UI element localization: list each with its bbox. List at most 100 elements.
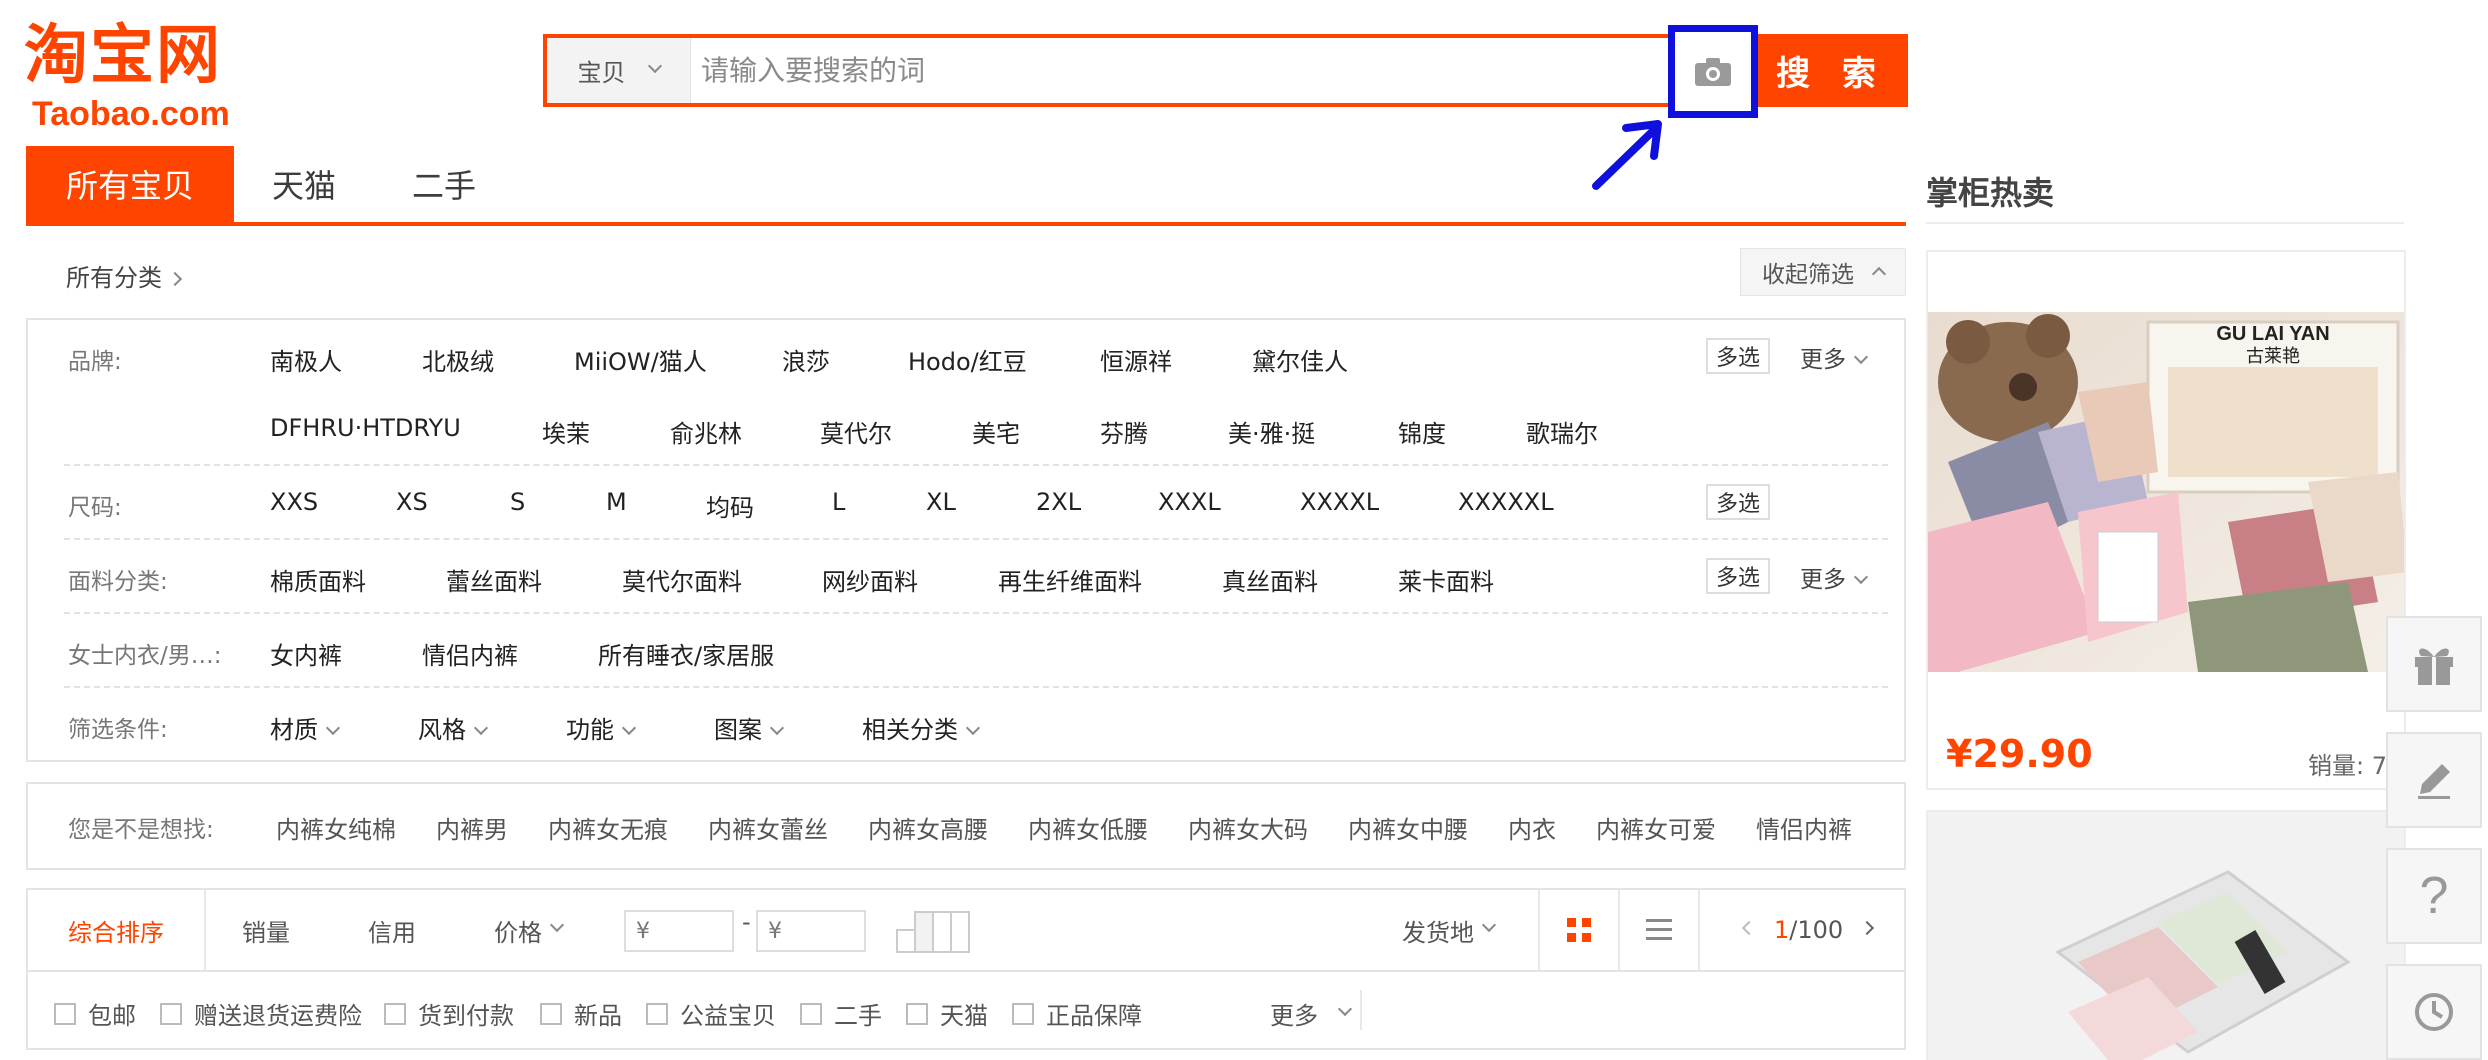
suggestion-link[interactable]: 内裤女可爱 bbox=[1596, 810, 1716, 845]
filter-option[interactable]: 埃茉 bbox=[542, 414, 590, 449]
filter-option[interactable]: 2XL bbox=[1036, 488, 1081, 516]
tab-secondhand[interactable]: 二手 bbox=[374, 146, 514, 222]
condition-dropdown[interactable]: 材质 bbox=[270, 710, 341, 745]
filter-option[interactable]: XXXXL bbox=[1300, 488, 1379, 516]
tab-tmall[interactable]: 天猫 bbox=[234, 146, 374, 222]
more-filters-button[interactable]: 更多 bbox=[1270, 996, 1353, 1031]
search-button[interactable]: 搜 索 bbox=[1758, 34, 1904, 107]
filter-option[interactable]: M bbox=[606, 488, 627, 516]
suggestion-link[interactable]: 内裤女高腰 bbox=[868, 810, 988, 845]
filter-option[interactable]: 莫代尔 bbox=[820, 414, 892, 449]
more-button[interactable]: 更多 bbox=[1800, 560, 1869, 594]
product-image[interactable]: GU LAI YAN 古莱艳 bbox=[1928, 312, 2406, 672]
filter-option[interactable]: 真丝面料 bbox=[1222, 562, 1318, 597]
filter-option[interactable]: 情侣内裤 bbox=[422, 636, 518, 671]
suggestion-link[interactable]: 内裤女纯棉 bbox=[276, 810, 396, 845]
suggestion-link[interactable]: 内裤女低腰 bbox=[1028, 810, 1148, 845]
checkbox-free-shipping[interactable]: 包邮 bbox=[54, 996, 136, 1031]
filter-option[interactable]: 芬腾 bbox=[1100, 414, 1148, 449]
filter-option[interactable]: XXXXXL bbox=[1458, 488, 1554, 516]
suggestion-link[interactable]: 内裤男 bbox=[436, 810, 508, 845]
checkbox-charity[interactable]: 公益宝贝 bbox=[646, 996, 776, 1031]
suggestion-link[interactable]: 内裤女大码 bbox=[1188, 810, 1308, 845]
checkbox-cash-on-delivery[interactable]: 货到付款 bbox=[384, 996, 514, 1031]
price-range-chart-icon[interactable] bbox=[896, 910, 972, 954]
filter-option[interactable]: 浪莎 bbox=[782, 342, 830, 377]
multi-select-button[interactable]: 多选 bbox=[1706, 484, 1770, 520]
filter-option[interactable]: 所有睡衣/家居服 bbox=[598, 636, 774, 671]
tab-all[interactable]: 所有宝贝 bbox=[26, 146, 234, 222]
filter-option[interactable]: Hodo/红豆 bbox=[908, 342, 1027, 377]
filter-option[interactable]: 棉质面料 bbox=[270, 562, 366, 597]
feedback-button[interactable] bbox=[2386, 732, 2482, 828]
search-type-select[interactable]: 宝贝 bbox=[547, 38, 691, 103]
filter-option[interactable]: 美宅 bbox=[972, 414, 1020, 449]
filter-option[interactable]: 恒源祥 bbox=[1100, 342, 1172, 377]
prev-page-button[interactable] bbox=[1734, 890, 1757, 970]
filter-option[interactable]: 均码 bbox=[706, 488, 754, 523]
filter-option[interactable]: 蕾丝面料 bbox=[446, 562, 542, 597]
filter-option[interactable]: S bbox=[510, 488, 525, 516]
filter-option[interactable]: 北极绒 bbox=[422, 342, 494, 377]
checkbox-return-insurance[interactable]: 赠送退货运费险 bbox=[160, 996, 362, 1031]
checkbox-new[interactable]: 新品 bbox=[540, 996, 622, 1031]
breadcrumb[interactable]: 所有分类 bbox=[66, 258, 183, 293]
filter-option[interactable]: 俞兆林 bbox=[670, 414, 742, 449]
filter-option[interactable]: L bbox=[832, 488, 845, 516]
price-min-input[interactable]: ¥ bbox=[624, 910, 734, 952]
next-page-button[interactable] bbox=[1854, 890, 1875, 970]
sort-bar: 综合排序 销量 信用 价格 ¥ - ¥ 发货地 1/100 bbox=[26, 888, 1906, 972]
hot-product-card[interactable]: GU LAI YAN 古莱艳 ¥29.90 销量: 7 bbox=[1926, 250, 2406, 790]
sort-sales[interactable]: 销量 bbox=[242, 890, 290, 970]
history-button[interactable] bbox=[2386, 964, 2482, 1060]
filter-option[interactable]: XS bbox=[396, 488, 428, 516]
filter-option[interactable]: 南极人 bbox=[270, 342, 342, 377]
suggestion-link[interactable]: 内裤女中腰 bbox=[1348, 810, 1468, 845]
checkbox-genuine[interactable]: 正品保障 bbox=[1012, 996, 1142, 1031]
taobao-logo[interactable]: 淘宝网 Taobao.com bbox=[24, 18, 264, 133]
search-input[interactable] bbox=[701, 46, 1661, 95]
condition-dropdown[interactable]: 图案 bbox=[714, 710, 785, 745]
filter-option[interactable]: XL bbox=[926, 488, 956, 516]
sort-price[interactable]: 价格 bbox=[494, 890, 565, 970]
condition-dropdown[interactable]: 功能 bbox=[566, 710, 637, 745]
filter-option[interactable]: DFHRU·HTDRYU bbox=[270, 414, 461, 442]
filter-option[interactable]: XXS bbox=[270, 488, 318, 516]
filter-option[interactable]: 再生纤维面料 bbox=[998, 562, 1142, 597]
condition-dropdown[interactable]: 风格 bbox=[418, 710, 489, 745]
checkbox-tmall[interactable]: 天猫 bbox=[906, 996, 988, 1031]
image-search-button[interactable] bbox=[1668, 25, 1758, 118]
suggestion-bar: 您是不是想找: 内裤女纯棉 内裤男 内裤女无痕 内裤女蕾丝 内裤女高腰 内裤女低… bbox=[26, 782, 1906, 870]
filter-option[interactable]: 莫代尔面料 bbox=[622, 562, 742, 597]
condition-dropdown[interactable]: 相关分类 bbox=[862, 710, 981, 745]
filter-option[interactable]: 美·雅·挺 bbox=[1228, 414, 1315, 449]
ship-from-dropdown[interactable]: 发货地 bbox=[1402, 890, 1497, 970]
filter-option[interactable]: 女内裤 bbox=[270, 636, 342, 671]
breadcrumb-all-categories[interactable]: 所有分类 bbox=[66, 264, 162, 292]
help-button[interactable]: ? bbox=[2386, 848, 2482, 944]
price-max-input[interactable]: ¥ bbox=[756, 910, 866, 952]
filter-option[interactable]: MiiOW/猫人 bbox=[574, 342, 707, 377]
multi-select-button[interactable]: 多选 bbox=[1706, 338, 1770, 374]
sort-default[interactable]: 综合排序 bbox=[28, 890, 206, 970]
filter-option[interactable]: 黛尔佳人 bbox=[1252, 342, 1348, 377]
sort-credit[interactable]: 信用 bbox=[368, 890, 416, 970]
suggestion-link[interactable]: 内裤女无痕 bbox=[548, 810, 668, 845]
list-view-button[interactable] bbox=[1620, 890, 1698, 970]
filter-option[interactable]: XXXL bbox=[1158, 488, 1221, 516]
multi-select-button[interactable]: 多选 bbox=[1706, 558, 1770, 594]
hot-product-card[interactable] bbox=[1926, 810, 2406, 1060]
more-button[interactable]: 更多 bbox=[1800, 340, 1869, 374]
filter-option[interactable]: 锦度 bbox=[1398, 414, 1446, 449]
checkbox-secondhand[interactable]: 二手 bbox=[800, 996, 882, 1031]
suggestion-link[interactable]: 内裤女蕾丝 bbox=[708, 810, 828, 845]
gift-button[interactable] bbox=[2386, 616, 2482, 712]
suggestion-link[interactable]: 内衣 bbox=[1508, 810, 1556, 845]
suggestion-link[interactable]: 情侣内裤 bbox=[1756, 810, 1852, 845]
filter-option[interactable]: 歌瑞尔 bbox=[1526, 414, 1598, 449]
product-image[interactable] bbox=[1928, 812, 2406, 1060]
grid-view-button[interactable] bbox=[1540, 890, 1618, 970]
collapse-filter-button[interactable]: 收起筛选 bbox=[1740, 248, 1906, 296]
filter-option[interactable]: 网纱面料 bbox=[822, 562, 918, 597]
filter-option[interactable]: 莱卡面料 bbox=[1398, 562, 1494, 597]
